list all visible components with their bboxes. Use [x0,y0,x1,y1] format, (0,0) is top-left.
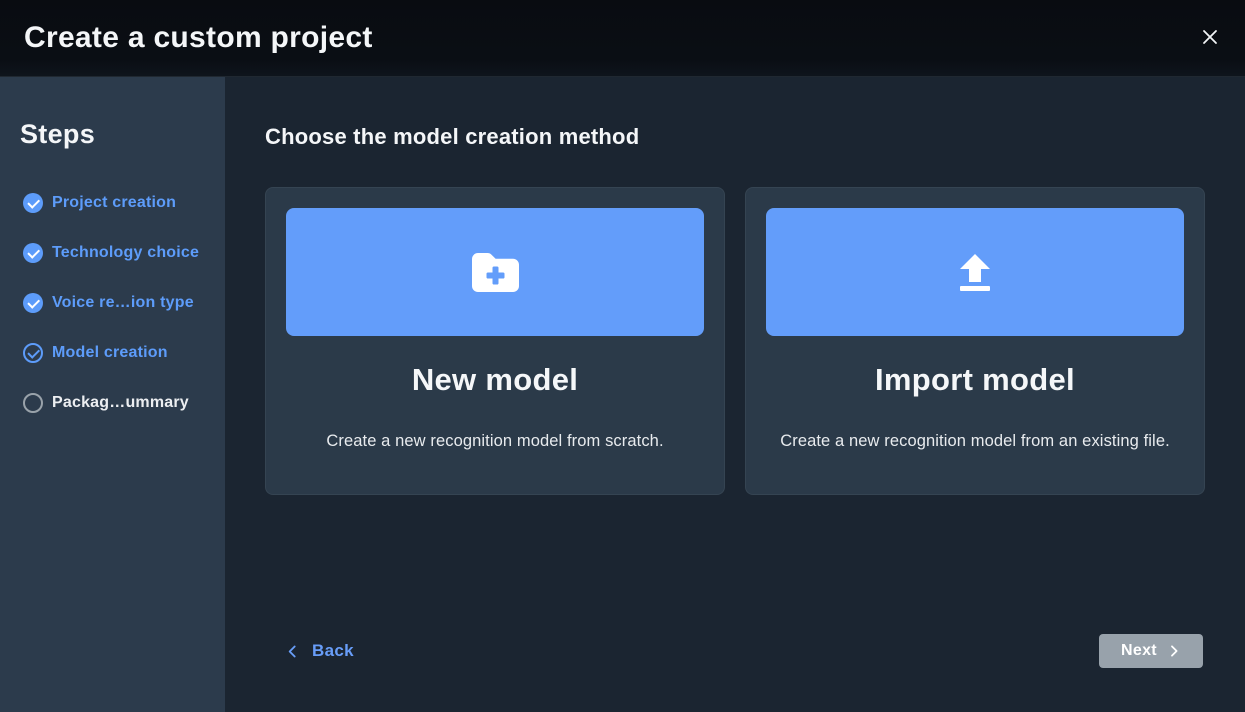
card-description: Create a new recognition model from an e… [766,432,1184,451]
modal-title: Create a custom project [24,21,373,55]
close-button[interactable] [1191,18,1229,56]
modal-header: Create a custom project [0,0,1245,76]
step-model-creation[interactable]: Model creation [20,339,215,367]
step-label: Packag…ummary [52,394,189,412]
check-circle-outline-icon [23,343,43,363]
chevron-left-icon [285,644,300,659]
create-custom-project-modal: Create a custom project Steps Project cr… [0,0,1245,712]
content-panel: Choose the model creation method New mod… [225,77,1245,712]
back-button[interactable]: Back [285,641,354,661]
steps-sidebar: Steps Project creation Technology choice… [0,77,225,712]
radio-unchecked-icon [23,393,43,413]
check-circle-icon [23,193,43,213]
import-model-hero-button[interactable] [766,208,1184,336]
new-model-hero-button[interactable] [286,208,704,336]
model-method-cards: New model Create a new recognition model… [265,187,1245,495]
chevron-right-icon [1167,644,1181,658]
step-technology-choice[interactable]: Technology choice [20,239,215,267]
step-label: Voice re…ion type [52,294,194,312]
check-circle-icon [23,243,43,263]
step-label: Project creation [52,194,176,212]
folder-plus-icon [472,253,519,292]
back-label: Back [312,641,354,661]
content-title: Choose the model creation method [265,123,1245,150]
step-label: Model creation [52,344,168,362]
new-model-card[interactable]: New model Create a new recognition model… [265,187,725,495]
next-label: Next [1121,642,1157,660]
step-package-summary[interactable]: Packag…ummary [20,389,215,417]
upload-icon [954,254,996,291]
next-button[interactable]: Next [1099,634,1203,668]
steps-list: Project creation Technology choice Voice… [20,189,215,417]
step-label: Technology choice [52,244,199,262]
close-icon [1202,29,1218,45]
modal-body: Steps Project creation Technology choice… [0,76,1245,712]
step-voice-recognition-type[interactable]: Voice re…ion type [20,289,215,317]
card-title: New model [286,362,704,398]
card-description: Create a new recognition model from scra… [286,432,704,451]
step-project-creation[interactable]: Project creation [20,189,215,217]
check-circle-icon [23,293,43,313]
import-model-card[interactable]: Import model Create a new recognition mo… [745,187,1205,495]
card-title: Import model [766,362,1184,398]
steps-title: Steps [20,119,215,149]
wizard-footer: Back Next [285,634,1203,668]
